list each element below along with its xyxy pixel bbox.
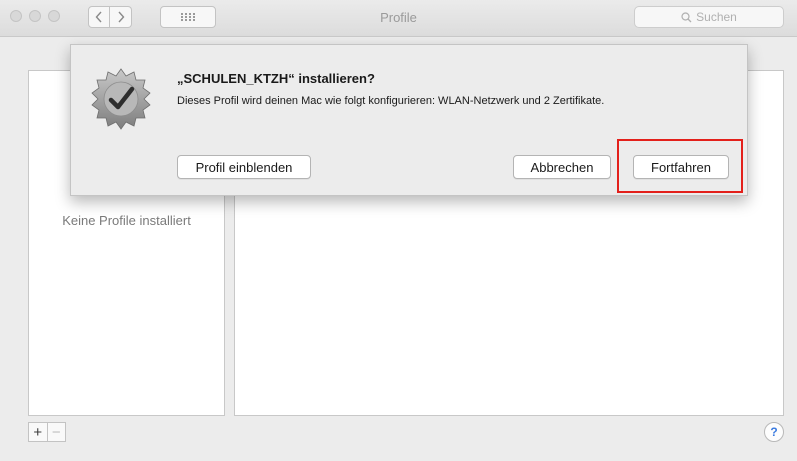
add-profile-button[interactable]: + [29,423,47,441]
search-field[interactable]: Suchen [634,6,784,28]
search-placeholder: Suchen [696,10,737,24]
cancel-button[interactable]: Abbrechen [513,155,611,179]
preferences-window: Profile Suchen Keine Profile installiert… [0,0,797,461]
add-remove-control: + − [28,422,66,442]
show-profile-button[interactable]: Profil einblenden [177,155,311,179]
highlight-box [617,139,743,193]
dialog-title: „SCHULEN_KTZH“ installieren? [177,71,375,86]
empty-list-label: Keine Profile installiert [62,213,191,228]
certificate-check-icon [91,68,151,130]
remove-profile-button[interactable]: − [46,423,66,441]
dialog-message: Dieses Profil wird deinen Mac wie folgt … [177,95,605,107]
title-bar: Profile Suchen [0,0,797,37]
help-button[interactable]: ? [764,422,784,442]
search-icon [681,11,692,22]
